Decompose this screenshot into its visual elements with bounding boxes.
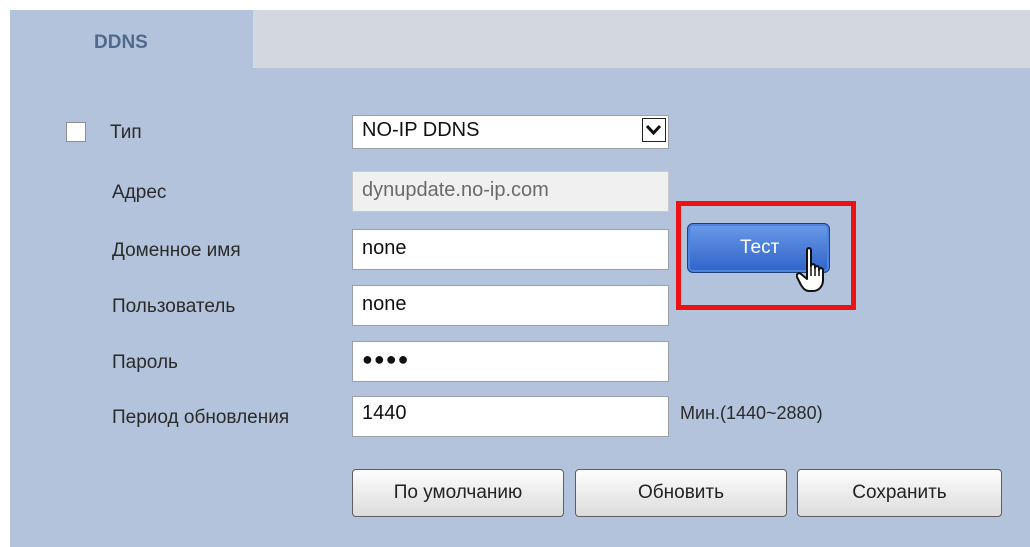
save-button[interactable]: Сохранить	[797, 469, 1002, 517]
domain-field[interactable]: none	[352, 229, 669, 270]
ddns-panel	[10, 10, 1030, 547]
user-label: Пользователь	[112, 296, 236, 317]
tab-bar: DDNS	[10, 10, 1030, 68]
hand-pointer-icon	[795, 246, 830, 294]
password-field[interactable]: ●●●●	[352, 341, 669, 382]
type-select-value: NO-IP DDNS	[362, 119, 480, 141]
period-label: Период обновления	[112, 407, 290, 428]
address-label: Адрес	[112, 182, 167, 203]
refresh-button[interactable]: Обновить	[575, 469, 787, 517]
default-button[interactable]: По умолчанию	[352, 469, 564, 517]
tab-ddns[interactable]: DDNS	[10, 10, 253, 68]
type-select[interactable]: NO-IP DDNS	[352, 115, 669, 149]
address-field: dynupdate.no-ip.com	[352, 171, 669, 212]
user-field[interactable]: none	[352, 285, 669, 326]
period-units: Мин.(1440~2880)	[680, 403, 823, 423]
period-field[interactable]: 1440	[352, 396, 669, 437]
chevron-down-icon[interactable]	[642, 118, 666, 142]
type-label: Тип	[110, 122, 142, 143]
type-checkbox[interactable]	[66, 122, 86, 142]
domain-label: Доменное имя	[112, 240, 241, 261]
password-label: Пароль	[112, 352, 178, 373]
